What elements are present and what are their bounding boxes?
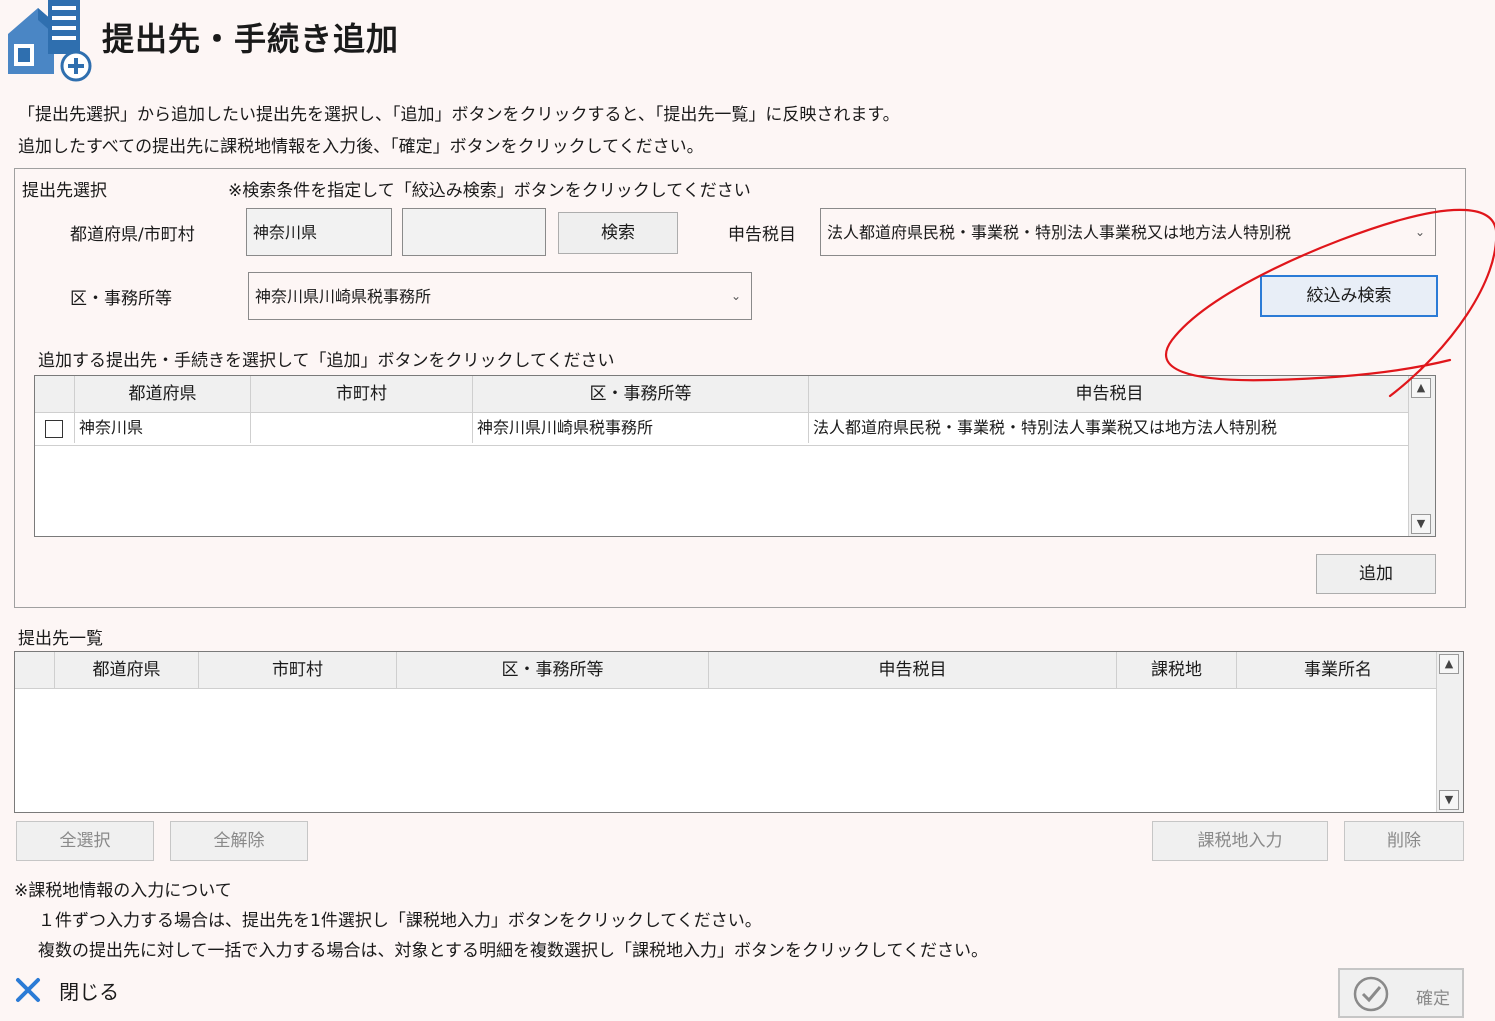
column-header-office: 区・事務所等 — [473, 376, 809, 412]
table-row[interactable]: 神奈川県 神奈川県川崎県税事務所 法人都道府県民税・事業税・特別法人事業税又は地… — [35, 413, 1411, 446]
cell-office: 神奈川県川崎県税事務所 — [473, 413, 809, 443]
column-header-city: 市町村 — [251, 376, 473, 412]
instruction-line-1: 「提出先選択」から追加したい提出先を選択し、「追加」ボタンをクリックすると、「提… — [18, 105, 900, 125]
confirm-label: 確定 — [1416, 989, 1450, 1009]
list-column-office: 区・事務所等 — [397, 652, 709, 688]
instruction-line-2: 追加したすべての提出先に課税地情報を入力後、「確定」ボタンをクリックしてください… — [18, 137, 704, 157]
row-checkbox[interactable] — [35, 413, 75, 443]
add-button[interactable]: 追加 — [1316, 554, 1436, 594]
tax-item-label: 申告税目 — [728, 225, 796, 245]
add-instruction: 追加する提出先・手続きを選択して「追加」ボタンをクリックしてください — [38, 351, 615, 371]
office-label: 区・事務所等 — [70, 289, 172, 309]
folder-add-icon — [8, 0, 92, 82]
checkbox-column-header — [35, 376, 75, 412]
list-checkbox-column-header — [15, 652, 55, 688]
scroll-down-icon[interactable]: ▼ — [1411, 514, 1431, 534]
notes-line-2: 複数の提出先に対して一括で入力する場合は、対象とする明細を複数選択し「課税地入力… — [38, 941, 988, 961]
scroll-down-icon[interactable]: ▼ — [1439, 790, 1459, 810]
scroll-up-icon[interactable]: ▲ — [1439, 654, 1459, 674]
search-button[interactable]: 検索 — [558, 212, 678, 254]
cell-city — [251, 413, 473, 443]
list-column-tax-item: 申告税目 — [709, 652, 1117, 688]
list-column-prefecture: 都道府県 — [55, 652, 199, 688]
notes-line-1: １件ずつ入力する場合は、提出先を1件選択し「課税地入力」ボタンをクリックしてくだ… — [38, 911, 762, 931]
select-all-button[interactable]: 全選択 — [16, 821, 154, 861]
column-header-prefecture: 都道府県 — [75, 376, 251, 412]
submission-list-grid: 都道府県 市町村 区・事務所等 申告税目 課税地 事業所名 ▲ ▼ — [14, 651, 1464, 813]
close-label: 閉じる — [59, 979, 120, 1004]
check-circle-icon — [1353, 976, 1389, 1012]
list-column-tax-location: 課税地 — [1117, 652, 1237, 688]
chevron-down-icon: ⌄ — [730, 289, 741, 303]
cell-tax-item: 法人都道府県民税・事業税・特別法人事業税又は地方法人特別税 — [813, 418, 1278, 437]
prefecture-input[interactable]: 神奈川県 — [246, 208, 392, 256]
list-column-office-name: 事業所名 — [1304, 660, 1372, 680]
list-section-label: 提出先一覧 — [18, 629, 103, 649]
notes-heading: ※課税地情報の入力について — [14, 881, 232, 901]
selection-section-label: 提出先選択 — [22, 181, 107, 201]
list-grid-header: 都道府県 市町村 区・事務所等 申告税目 課税地 事業所名 — [15, 652, 1437, 689]
office-select-value: 神奈川県川崎県税事務所 — [255, 287, 432, 306]
close-button[interactable]: 閉じる — [12, 974, 119, 1010]
list-column-city: 市町村 — [199, 652, 397, 688]
cell-prefecture: 神奈川県 — [75, 413, 251, 443]
page-title: 提出先・手続き追加 — [102, 20, 400, 58]
city-input[interactable] — [402, 208, 546, 256]
header-icon — [4, 0, 94, 82]
office-select[interactable]: 神奈川県川崎県税事務所 ⌄ — [248, 272, 752, 320]
deselect-all-button[interactable]: 全解除 — [170, 821, 308, 861]
pref-city-label: 都道府県/市町村 — [70, 225, 195, 245]
annotation-ellipse — [1165, 208, 1495, 398]
close-icon — [16, 978, 40, 1002]
list-grid-scrollbar[interactable]: ▲ ▼ — [1436, 652, 1463, 812]
tax-location-input-button[interactable]: 課税地入力 — [1152, 821, 1328, 861]
confirm-button[interactable]: 確定 — [1338, 968, 1464, 1018]
selection-hint: ※検索条件を指定して「絞込み検索」ボタンをクリックしてください — [228, 181, 751, 201]
delete-button[interactable]: 削除 — [1344, 821, 1464, 861]
